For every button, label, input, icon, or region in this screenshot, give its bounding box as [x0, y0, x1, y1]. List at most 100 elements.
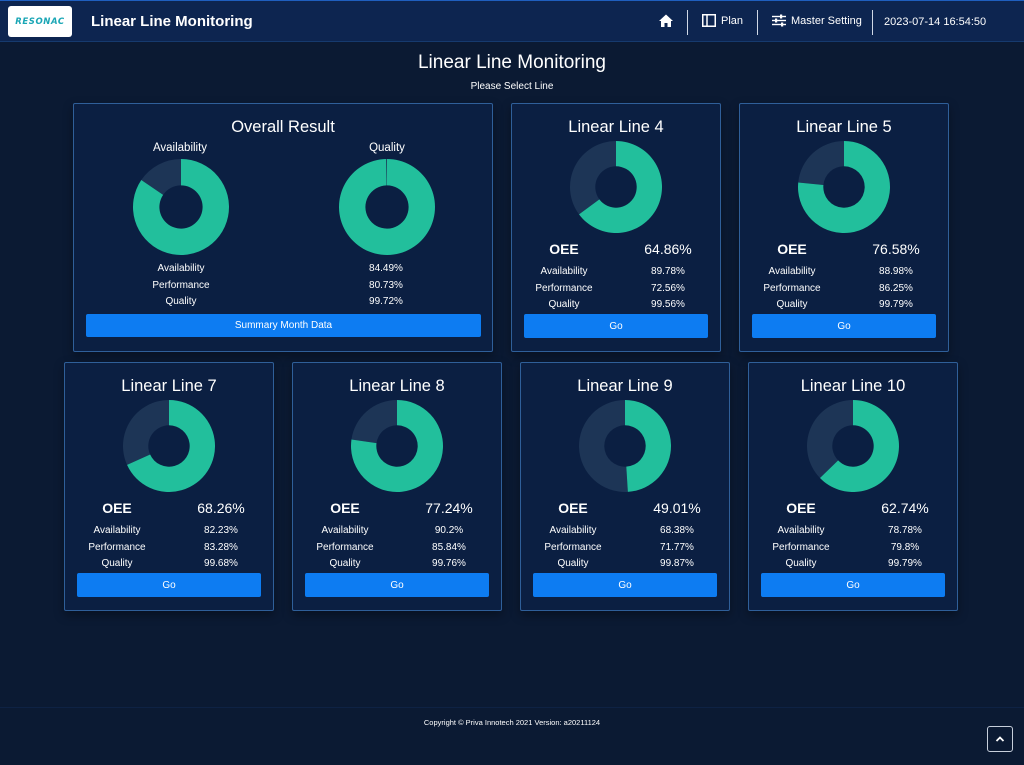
- summary-month-data-button[interactable]: Summary Month Data: [86, 314, 481, 337]
- metric-value-quality: 99.68%: [204, 558, 238, 569]
- metric-label-performance: Performance: [88, 542, 146, 553]
- metric-value-availability: 82.23%: [204, 525, 238, 536]
- line-card: Linear Line 8 OEE 77.24% Availability 90…: [292, 362, 502, 611]
- go-button[interactable]: Go: [752, 314, 936, 338]
- go-button[interactable]: Go: [524, 314, 708, 338]
- donut-value-segment: [339, 159, 435, 255]
- metric-label-availability: Availability: [93, 525, 141, 536]
- metric-value-performance: 86.25%: [879, 283, 913, 294]
- line-card: Linear Line 10 OEE 62.74% Availability 7…: [748, 362, 958, 611]
- resonac-logo[interactable]: RESONAC: [8, 6, 72, 37]
- line-title: Linear Line 4: [568, 118, 664, 136]
- metric-label-availability: Availability: [768, 266, 816, 277]
- metric-label-quality: Quality: [557, 558, 589, 569]
- line-title: Linear Line 9: [577, 377, 673, 395]
- nav-divider: [757, 10, 758, 35]
- line-card: Linear Line 9 OEE 49.01% Availability 68…: [520, 362, 730, 611]
- metric-label-quality: Quality: [548, 299, 580, 310]
- footer-copyright: Copyright © Priva Innotech 2021 Version:…: [423, 718, 601, 727]
- oee-donut-chart: [351, 400, 443, 492]
- metric-value-quality: 99.87%: [660, 558, 694, 569]
- donut-remainder-segment: [351, 400, 397, 444]
- go-button[interactable]: Go: [305, 573, 489, 597]
- line-card: Linear Line 5 OEE 76.58% Availability 88…: [739, 103, 949, 352]
- metric-label-performance: Performance: [544, 542, 602, 553]
- metric-value-availability: 88.98%: [879, 266, 913, 277]
- metric-label-quality: Quality: [101, 558, 133, 569]
- oee-label: OEE: [777, 241, 807, 257]
- metric-value-quality: 99.76%: [432, 558, 466, 569]
- line-title: Linear Line 5: [796, 118, 892, 136]
- nav-plan[interactable]: Plan: [702, 14, 743, 27]
- metric-value-availability: 89.78%: [651, 266, 685, 277]
- page-subtitle: Please Select Line: [470, 81, 554, 92]
- oee-value: 49.01%: [653, 500, 701, 516]
- donut-remainder-segment: [579, 400, 628, 492]
- app-title: Linear Line Monitoring: [91, 13, 253, 30]
- metric-value-performance: 85.84%: [432, 542, 466, 553]
- metric-value-performance: 72.56%: [651, 283, 685, 294]
- availability-donut-chart: [133, 159, 229, 255]
- metric-label-performance: Performance: [763, 283, 821, 294]
- metric-label-quality: Quality: [785, 558, 817, 569]
- home-icon[interactable]: [658, 13, 674, 29]
- donut-remainder-segment: [798, 141, 844, 185]
- metric-value-quality: 99.79%: [879, 299, 913, 310]
- go-button[interactable]: Go: [77, 573, 261, 597]
- donut-remainder-segment: [570, 141, 616, 215]
- oee-donut-chart: [807, 400, 899, 492]
- metric-value-availability: 84.49%: [369, 263, 403, 274]
- metric-label-quality: Quality: [776, 299, 808, 310]
- metric-value-quality: 99.79%: [888, 558, 922, 569]
- metric-value-availability: 78.78%: [888, 525, 922, 536]
- metric-value-availability: 68.38%: [660, 525, 694, 536]
- metric-label-performance: Performance: [772, 542, 830, 553]
- donut-value-segment: [625, 400, 671, 492]
- oee-label: OEE: [330, 500, 360, 516]
- quality-donut-chart: [339, 159, 435, 255]
- top-navbar: RESONAC Linear Line Monitoring Plan Mast…: [0, 0, 1024, 42]
- quality-chart-label: Quality: [369, 142, 405, 154]
- line-card: Linear Line 4 OEE 64.86% Availability 89…: [511, 103, 721, 352]
- oee-donut-chart: [579, 400, 671, 492]
- oee-donut-chart: [798, 141, 890, 233]
- oee-donut-chart: [123, 400, 215, 492]
- line-title: Linear Line 10: [800, 377, 906, 395]
- nav-divider: [687, 10, 688, 35]
- oee-value: 64.86%: [644, 241, 692, 257]
- chevron-up-icon: [995, 736, 1005, 742]
- metric-value-quality: 99.72%: [369, 296, 403, 307]
- overall-result-card: Overall Result Availability Quality Avai…: [73, 103, 493, 352]
- metric-label-availability: Availability: [540, 266, 588, 277]
- oee-label: OEE: [786, 500, 816, 516]
- line-title: Linear Line 7: [121, 377, 217, 395]
- metric-label-performance: Performance: [316, 542, 374, 553]
- metric-value-quality: 99.56%: [651, 299, 685, 310]
- metric-label-availability: Availability: [157, 263, 205, 274]
- metric-value-availability: 90.2%: [434, 525, 464, 536]
- overall-result-title: Overall Result: [231, 118, 335, 136]
- availability-chart-label: Availability: [152, 142, 208, 154]
- oee-value: 76.58%: [872, 241, 920, 257]
- metric-label-performance: Performance: [152, 280, 210, 291]
- scroll-to-top-button[interactable]: [987, 726, 1013, 752]
- line-title: Linear Line 8: [349, 377, 445, 395]
- donut-remainder-segment: [123, 400, 169, 465]
- oee-donut-chart: [570, 141, 662, 233]
- oee-label: OEE: [549, 241, 579, 257]
- metric-value-performance: 79.8%: [890, 542, 920, 553]
- layout-columns-icon: [702, 14, 716, 27]
- metric-label-quality: Quality: [165, 296, 197, 307]
- metric-value-performance: 80.73%: [369, 280, 403, 291]
- oee-label: OEE: [558, 500, 588, 516]
- nav-divider: [872, 10, 873, 35]
- metric-label-availability: Availability: [777, 525, 825, 536]
- metric-label-availability: Availability: [321, 525, 369, 536]
- logo-text: RESONAC: [15, 16, 65, 27]
- footer-divider: [0, 707, 1024, 708]
- go-button[interactable]: Go: [533, 573, 717, 597]
- nav-master-setting[interactable]: Master Setting: [772, 14, 862, 27]
- sliders-icon: [772, 14, 786, 27]
- go-button[interactable]: Go: [761, 573, 945, 597]
- page-title: Linear Line Monitoring: [417, 52, 606, 73]
